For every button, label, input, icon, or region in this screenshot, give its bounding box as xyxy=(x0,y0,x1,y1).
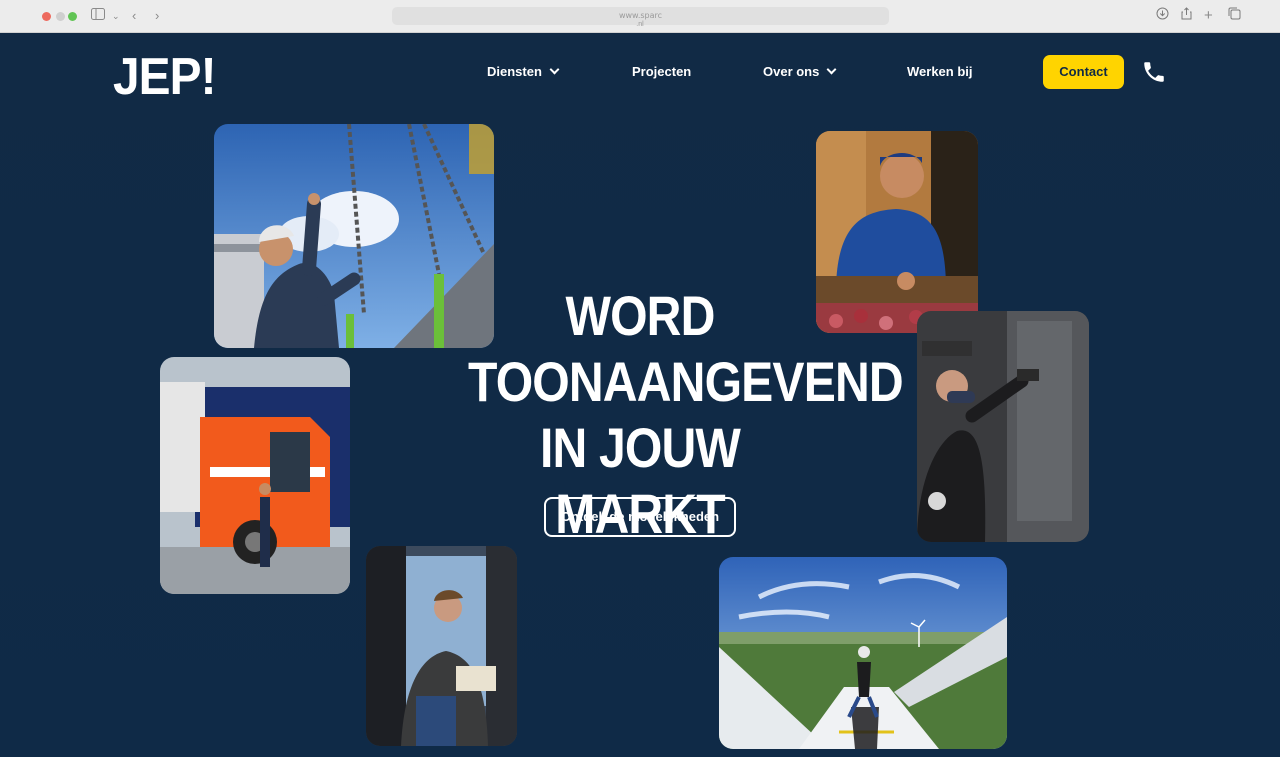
nav-over-ons-label: Over ons xyxy=(763,64,820,79)
minimize-window-button[interactable] xyxy=(56,12,65,21)
tabs-icon[interactable] xyxy=(1228,7,1241,25)
nav-diensten[interactable]: Diensten xyxy=(487,64,560,79)
maximize-window-button[interactable] xyxy=(68,12,77,21)
hero-title-line-1: WORD xyxy=(565,284,715,347)
photo-spray-painter xyxy=(917,311,1089,542)
photo-smiling-worker xyxy=(816,131,978,333)
nav-diensten-label: Diensten xyxy=(487,64,542,79)
photo-truck xyxy=(160,357,350,594)
url-text: www.sparc xyxy=(618,11,663,20)
contact-button[interactable]: Contact xyxy=(1043,55,1124,89)
new-tab-icon[interactable]: + xyxy=(1204,7,1213,25)
page: JEP! Diensten Projecten Over ons Werken … xyxy=(0,33,1280,757)
photo-crane-worker xyxy=(214,124,494,348)
nav-over-ons[interactable]: Over ons xyxy=(763,64,837,79)
hero-title-line-2: TOONAANGEVEND xyxy=(468,350,904,413)
nav-projecten[interactable]: Projecten xyxy=(632,64,691,79)
close-window-button[interactable] xyxy=(42,12,51,21)
phone-icon[interactable] xyxy=(1141,59,1167,85)
share-icon[interactable] xyxy=(1181,7,1192,25)
logo[interactable]: JEP! xyxy=(113,47,217,107)
chevron-down-icon xyxy=(826,64,837,75)
url-subtext: .nl xyxy=(636,21,644,28)
download-icon[interactable] xyxy=(1156,7,1169,25)
browser-toolbar: ⌄ ‹ › www.sparc .nl + xyxy=(0,0,1280,33)
discover-button[interactable]: Ontdek de mogelijkheden xyxy=(544,497,736,537)
photo-wind-turbine xyxy=(719,557,1007,749)
chevron-down-icon xyxy=(549,64,560,75)
nav-werken-bij[interactable]: Werken bij xyxy=(907,64,973,79)
photo-man-on-phone xyxy=(366,546,517,746)
